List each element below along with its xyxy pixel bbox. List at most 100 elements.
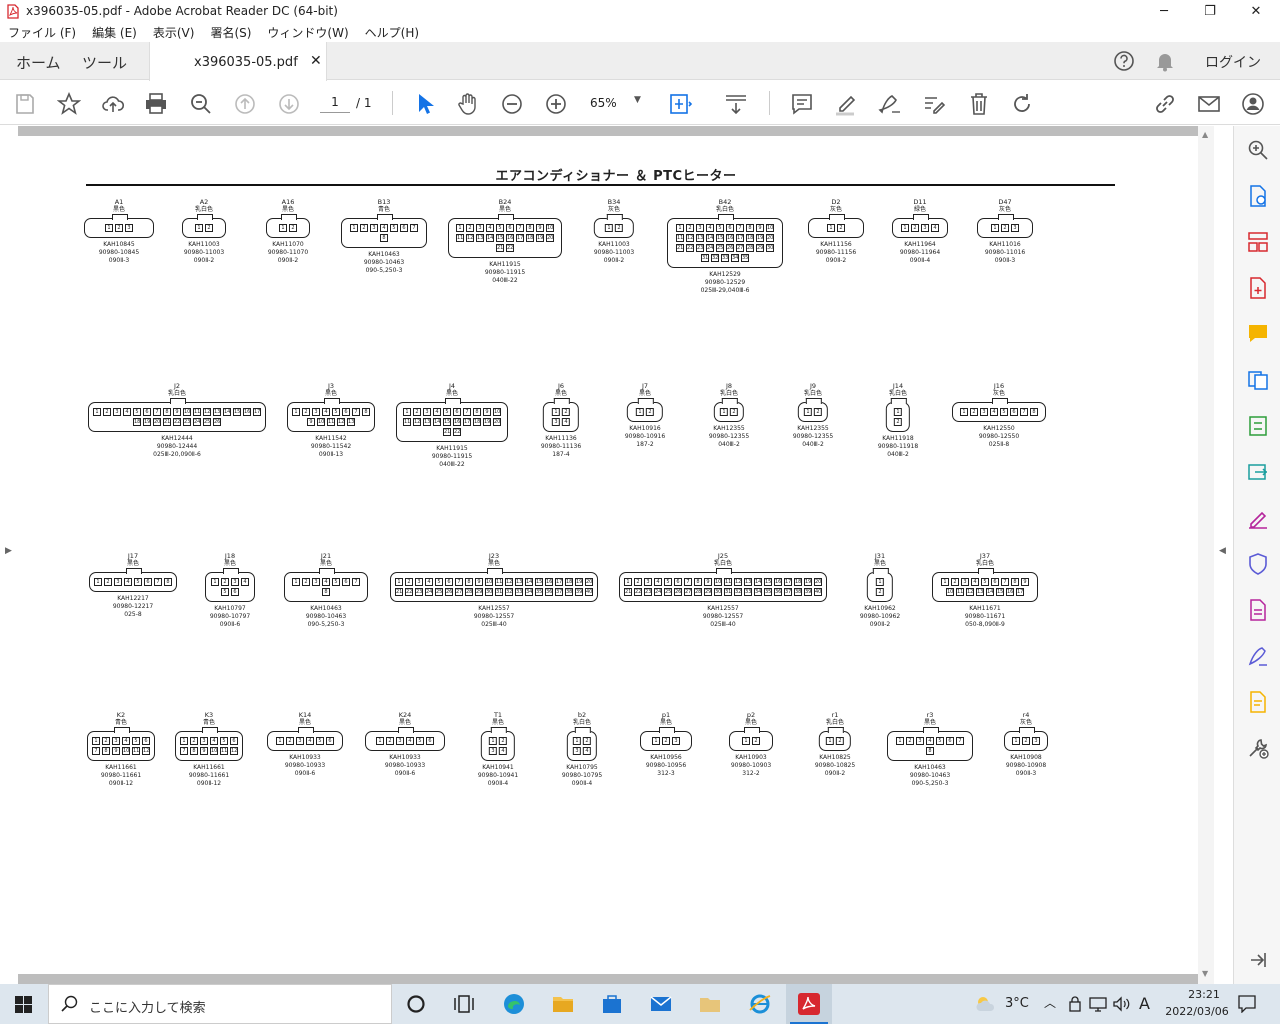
connector-color: 黒色 [498, 206, 511, 213]
scan-enhance-icon[interactable] [1247, 461, 1269, 483]
internet-explorer-icon[interactable] [748, 992, 772, 1016]
page-number-input[interactable]: 1 [320, 91, 350, 113]
comment-tool-icon[interactable] [1247, 323, 1269, 345]
pin-cell: 5 [133, 408, 141, 416]
select-cursor-icon[interactable] [413, 92, 437, 116]
folder-app-icon[interactable] [698, 992, 722, 1016]
tab-home[interactable]: ホーム [16, 52, 61, 73]
connector-id: r1 [831, 711, 839, 719]
combine-files-icon[interactable] [1247, 369, 1269, 391]
menu-edit[interactable]: 編集 (E) [84, 23, 145, 42]
expand-left-panel-icon[interactable]: ▶ [5, 546, 12, 556]
collapse-right-panel-icon[interactable]: ◀ [1219, 546, 1226, 556]
pin-cell: 7 [516, 224, 524, 232]
send-review-icon[interactable] [1247, 691, 1269, 713]
zoom-search-icon[interactable] [189, 92, 213, 116]
create-pdf-icon[interactable] [1247, 277, 1269, 299]
comment-icon[interactable] [790, 92, 814, 116]
print-icon[interactable] [144, 92, 168, 116]
fit-page-icon[interactable] [669, 92, 693, 116]
minimize-button[interactable]: ─ [1141, 0, 1187, 23]
menu-window[interactable]: ウィンドウ(W) [259, 23, 356, 42]
rotate-redo-icon[interactable] [1010, 92, 1034, 116]
cortana-circle-icon[interactable] [404, 992, 428, 1016]
previous-page-icon[interactable] [233, 92, 257, 116]
pin-cell: 9 [756, 224, 764, 232]
delete-trash-icon[interactable] [967, 92, 991, 116]
file-explorer-icon[interactable] [551, 992, 575, 1016]
microsoft-store-icon[interactable] [600, 992, 624, 1016]
chevron-up-icon[interactable]: ︿ [1044, 994, 1056, 1011]
email-icon[interactable] [1197, 92, 1221, 116]
help-icon[interactable] [1113, 50, 1135, 72]
hand-tool-icon[interactable] [456, 92, 480, 116]
mail-app-icon[interactable] [649, 992, 673, 1016]
security-tray-icon[interactable] [1068, 996, 1082, 1012]
more-tools-icon[interactable] [1247, 737, 1269, 759]
pin-cell: 16 [1006, 588, 1014, 596]
edge-browser-icon[interactable] [502, 992, 526, 1016]
pin-cell: 3 [916, 737, 924, 745]
ime-indicator[interactable]: A [1139, 994, 1150, 1013]
close-tab-icon[interactable]: ✕ [310, 53, 322, 69]
upload-cloud-icon[interactable] [101, 92, 125, 116]
menu-view[interactable]: 表示(V) [145, 23, 203, 42]
notification-center-icon[interactable] [1238, 995, 1256, 1013]
sign-pen-icon[interactable] [878, 92, 902, 116]
tab-document[interactable]: x396035-05.pdf ✕ [149, 42, 327, 81]
network-icon[interactable] [1089, 996, 1107, 1012]
export-pdf-icon[interactable] [1247, 185, 1269, 207]
connector-J37: J37 乳白色 1 2 3 4 5 6 7 8 9 10 11 12 13 14 15 16 17 KAH11671 9… [932, 552, 1038, 629]
edit-pdf-icon[interactable] [1247, 599, 1269, 621]
pin-cell: 4 [425, 578, 433, 586]
weather-temp[interactable]: 3°C [1005, 996, 1029, 1011]
collapse-sidebar-icon[interactable] [1247, 949, 1269, 971]
connector-kah-number: KAH10463 [914, 764, 946, 771]
login-button[interactable]: ログイン [1205, 52, 1261, 72]
connector-kah-number: KAH12529 [709, 271, 741, 278]
clock-date[interactable]: 2022/03/06 [1160, 1005, 1234, 1018]
pin-cell: 30 [485, 588, 493, 596]
search-zoom-icon[interactable] [1247, 139, 1269, 161]
connector-T1: T1 黒色 1 2 3 4 KAH10941 90980-10941 090Ⅱ-4 [478, 711, 518, 788]
highlight-pen-icon[interactable] [834, 92, 858, 116]
menu-help[interactable]: ヘルプ(H) [357, 23, 427, 42]
right-panel-toggle[interactable]: ◀ [1214, 126, 1233, 984]
maximize-button[interactable]: ❐ [1187, 0, 1233, 23]
save-icon[interactable] [13, 92, 37, 116]
taskbar-search-box[interactable]: ここに入力して検索 [48, 984, 392, 1024]
add-user-icon[interactable] [1241, 92, 1265, 116]
share-link-icon[interactable] [1153, 92, 1177, 116]
scroll-mode-icon[interactable] [724, 92, 748, 116]
pin-cell: 3 [231, 578, 239, 586]
windows-start-icon[interactable] [15, 996, 32, 1013]
menu-sign[interactable]: 署名(S) [202, 23, 259, 42]
scroll-up-icon[interactable]: ▲ [1202, 130, 1208, 139]
pin-cell: 4 [926, 737, 934, 745]
vertical-scrollbar[interactable]: ▲ ▼ [1198, 126, 1214, 984]
fill-sign-tool-icon[interactable] [1247, 507, 1269, 529]
next-page-icon[interactable] [277, 92, 301, 116]
compress-icon[interactable] [1247, 415, 1269, 437]
protect-shield-icon[interactable] [1247, 553, 1269, 575]
bookmark-star-icon[interactable] [56, 91, 82, 116]
close-window-button[interactable]: ✕ [1233, 0, 1279, 23]
pin-cell: 24 [706, 244, 714, 252]
volume-icon[interactable] [1112, 996, 1130, 1012]
organize-pages-icon[interactable] [1247, 231, 1269, 253]
scroll-down-icon[interactable]: ▼ [1202, 969, 1208, 978]
bell-icon[interactable] [1155, 50, 1175, 72]
menu-file[interactable]: ファイル (F) [0, 23, 84, 42]
tab-tools[interactable]: ツール [82, 52, 127, 73]
zoom-out-icon[interactable] [500, 92, 524, 116]
fill-sign-icon[interactable] [922, 92, 946, 116]
pin-cell: 13 [423, 418, 431, 426]
acrobat-taskbar-button[interactable] [786, 984, 832, 1024]
request-signature-icon[interactable] [1247, 645, 1269, 667]
clock-time[interactable]: 23:21 [1174, 988, 1234, 1001]
zoom-in-icon[interactable] [544, 92, 568, 116]
left-panel-collapsed[interactable]: ▶ [0, 126, 18, 984]
pin-cell: 5 [220, 737, 228, 745]
task-view-icon[interactable] [452, 992, 476, 1016]
zoom-level-select[interactable]: 65% ▼ [590, 93, 641, 113]
